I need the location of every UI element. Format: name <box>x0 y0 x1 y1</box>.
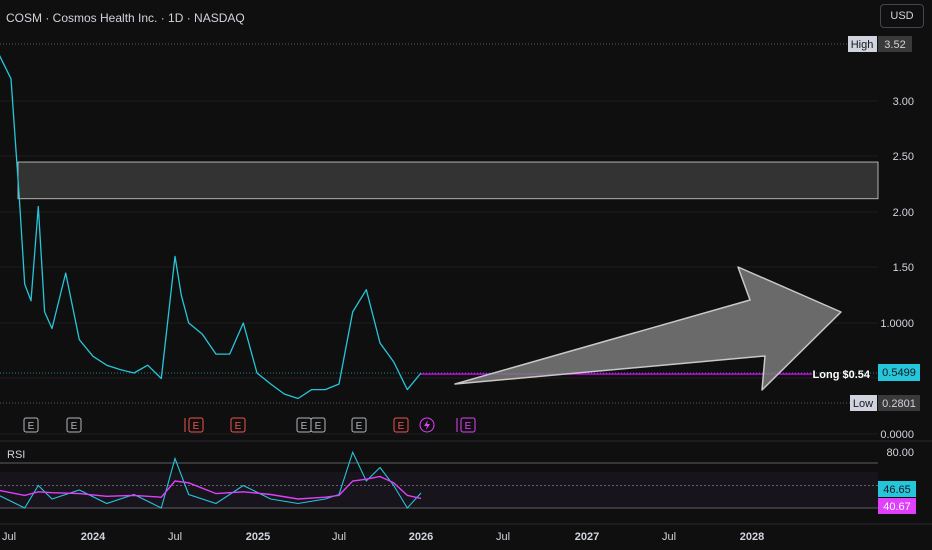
time-tick: Jul <box>496 531 510 543</box>
earnings-marker[interactable]: E <box>296 417 312 433</box>
price-tick: 2.00 <box>893 207 914 219</box>
time-tick: Jul <box>168 531 182 543</box>
earnings-marker[interactable]: E <box>310 417 326 433</box>
earnings-marker[interactable]: E <box>66 417 82 433</box>
high-tag-label: High <box>851 39 874 51</box>
earnings-marker-letter: E <box>398 421 405 432</box>
high-value: 3.52 <box>884 39 905 51</box>
price-tick: 3.00 <box>893 96 914 108</box>
time-axis: Jul 2024 Jul 2025 Jul 2026 Jul 2027 Jul 2028 <box>0 523 932 543</box>
earnings-marker[interactable]: E <box>456 417 476 433</box>
time-tick: 2025 <box>246 531 270 543</box>
low-tag-label: Low <box>853 398 873 410</box>
time-tick: 2024 <box>81 531 106 543</box>
earnings-marker[interactable]: E <box>230 417 246 433</box>
long-label: Long $0.54 <box>813 369 871 381</box>
rsi-tick: 80.00 <box>886 447 914 459</box>
earnings-marker-letter: E <box>193 421 200 432</box>
earnings-marker[interactable]: E <box>184 417 204 433</box>
time-tick: Jul <box>332 531 346 543</box>
trend-arrow[interactable] <box>454 266 842 391</box>
earnings-marker-letter: E <box>465 421 472 432</box>
arrow-shape <box>454 266 842 391</box>
time-tick: 2028 <box>740 531 764 543</box>
earnings-marker-letter: E <box>71 421 78 432</box>
earnings-marker-letter: E <box>356 421 363 432</box>
price-tick: 1.0000 <box>880 318 914 330</box>
price-tick: 1.50 <box>893 262 914 274</box>
earnings-marker-letter: E <box>28 421 35 432</box>
lightning-icon[interactable] <box>419 417 435 433</box>
rsi-band <box>0 472 878 508</box>
price-line <box>0 55 422 400</box>
rsi-value: 46.65 <box>883 484 911 496</box>
earnings-marker-letter: E <box>235 421 242 432</box>
price-tick: 2.50 <box>893 151 914 163</box>
chart-canvas[interactable]: Long $0.54 EEEEEEEEE 3.002.502.001.501.0… <box>0 0 932 550</box>
price-tick: 0.0000 <box>880 429 914 441</box>
earnings-marker-letter: E <box>301 421 308 432</box>
last-price-value: 0.5499 <box>882 367 916 379</box>
rsi-label[interactable]: RSI <box>7 449 25 461</box>
price-axis: 3.00 2.50 2.00 1.50 1.0000 0.0000 High 3.52 Low 0… <box>848 36 920 514</box>
time-tick: Jul <box>2 531 16 543</box>
resistance-zone-box <box>17 161 879 200</box>
earnings-marker[interactable]: E <box>23 417 39 433</box>
time-tick: Jul <box>662 531 676 543</box>
time-tick: 2027 <box>575 531 599 543</box>
rsi-pane <box>0 450 878 509</box>
time-tick: 2026 <box>409 531 433 543</box>
symbol-title[interactable]: COSM · Cosmos Health Inc. · 1D · NASDAQ <box>6 11 245 25</box>
earnings-marker[interactable]: E <box>393 417 409 433</box>
earnings-marker[interactable]: E <box>351 417 367 433</box>
rsi-ma-value: 40.67 <box>883 501 911 513</box>
earnings-markers: EEEEEEEEE <box>23 417 476 433</box>
earnings-marker-letter: E <box>315 421 322 432</box>
resistance-zone <box>17 161 879 200</box>
low-value: 0.2801 <box>882 398 916 410</box>
currency-button[interactable]: USD <box>880 4 924 28</box>
